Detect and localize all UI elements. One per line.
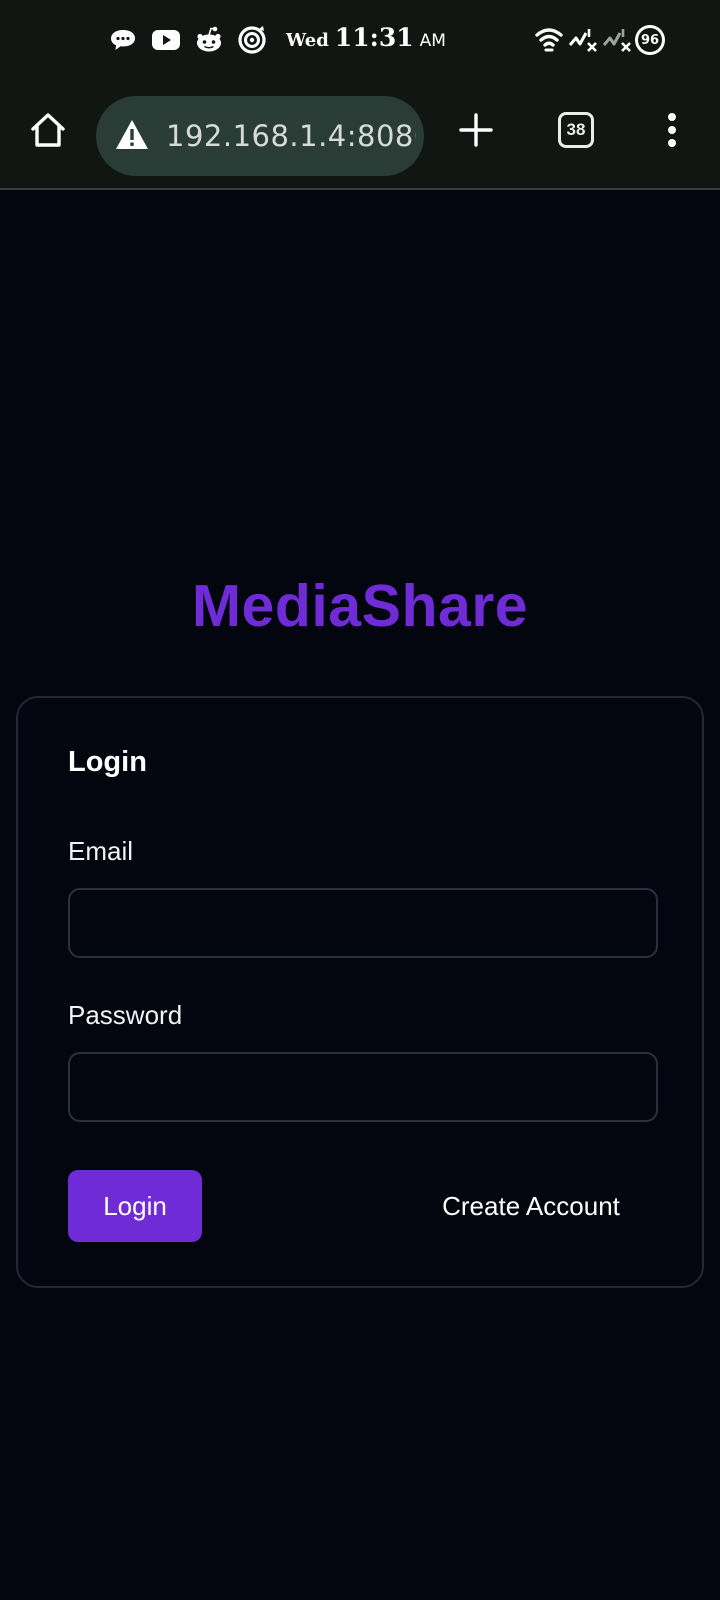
status-ampm: AM (419, 31, 446, 51)
status-bar: Wed 11:31 AM 96 (0, 0, 720, 78)
connectivity-icons (534, 24, 632, 56)
vertical-dots-icon (668, 113, 676, 147)
status-day: Wed (286, 30, 329, 51)
tab-count: 38 (558, 112, 594, 148)
warning-triangle-icon[interactable] (114, 118, 150, 152)
email-input[interactable] (68, 888, 658, 958)
password-input[interactable] (68, 1052, 658, 1122)
login-card: Login Email Password Login Create Accoun… (16, 696, 704, 1288)
login-button[interactable]: Login (68, 1170, 202, 1242)
signal-2-no-data-icon (602, 29, 631, 52)
notification-icons (108, 24, 267, 56)
tab-switcher-button[interactable]: 38 (554, 108, 598, 152)
home-icon (31, 113, 65, 147)
reddit-icon (197, 26, 221, 52)
browser-toolbar: 192.168.1.4:8080 38 (0, 78, 720, 190)
login-card-title: Login (68, 746, 147, 778)
plus-icon (459, 113, 493, 147)
address-bar[interactable]: 192.168.1.4:8080 (96, 96, 424, 176)
create-account-button[interactable]: Create Account (414, 1170, 648, 1242)
battery-indicator: 96 (635, 25, 665, 55)
status-clock: Wed 11:31 AM (286, 23, 446, 57)
speech-bubble-icon (111, 30, 135, 50)
menu-button[interactable] (650, 106, 694, 154)
url-text[interactable]: 192.168.1.4:8080 (166, 96, 416, 176)
status-time: 11:31 (334, 23, 414, 52)
new-tab-button[interactable] (452, 106, 500, 154)
password-label: Password (68, 1000, 183, 1030)
home-button[interactable] (24, 106, 72, 154)
target-app-icon (238, 26, 266, 54)
email-label: Email (68, 836, 134, 866)
signal-1-no-data-icon (568, 29, 597, 52)
battery-level: 96 (638, 28, 662, 52)
wifi-icon (535, 28, 563, 52)
brand-title: MediaShare (191, 573, 529, 639)
youtube-icon (152, 30, 180, 50)
